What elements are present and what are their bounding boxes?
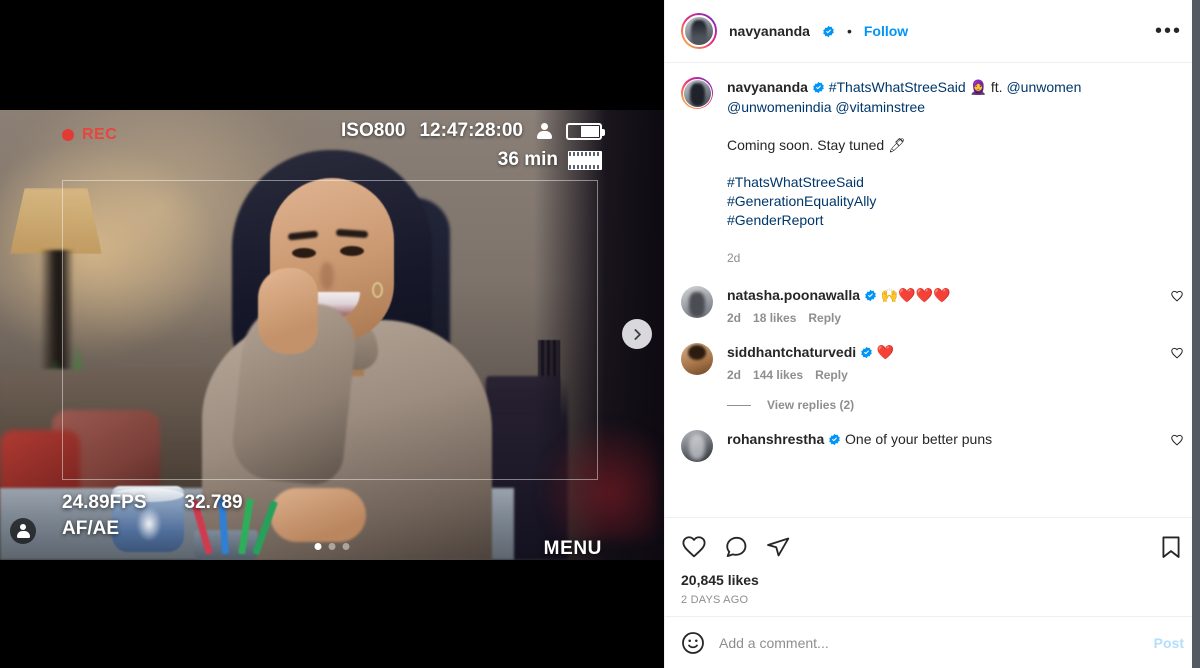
likes-count[interactable]: 20,845 likes <box>681 572 1184 588</box>
commenter-avatar[interactable] <box>681 286 713 318</box>
rec-label: REC <box>82 126 118 143</box>
letterbox-top <box>0 0 664 110</box>
scene-lampshade <box>10 188 102 254</box>
comment-compose-bar: Post <box>665 616 1200 668</box>
follow-button[interactable]: Follow <box>864 23 908 39</box>
caption-hashtag[interactable]: #GenderReport <box>727 211 1184 230</box>
caption-hashtag[interactable]: #ThatsWhatStreeSaid <box>727 173 1184 192</box>
comment-text: ❤️ <box>876 344 895 360</box>
save-icon[interactable] <box>1158 534 1184 560</box>
person-glyph-icon <box>16 524 30 538</box>
scene-right-glow <box>538 420 658 540</box>
letterbox-bottom <box>0 560 664 668</box>
post-media[interactable]: REC ISO800 12:47:28:00 36 min 24.89FPS 3… <box>0 0 664 668</box>
instagram-post-view: REC ISO800 12:47:28:00 36 min 24.89FPS 3… <box>0 0 1200 668</box>
rec-indicator: REC <box>62 126 117 144</box>
more-options-button[interactable]: ••• <box>1151 21 1186 41</box>
caption-avatar[interactable] <box>681 77 713 109</box>
comment-item: siddhantchaturvedi ❤️ 2d 144 likes Reply <box>681 343 1184 382</box>
emoji-icon[interactable] <box>681 631 705 655</box>
person-eye-left <box>292 248 316 258</box>
carousel-next-button[interactable] <box>622 319 652 349</box>
viewfinder-hud-bottom-left: 24.89FPS 32.789 AF/AE <box>62 492 243 540</box>
carousel-dot[interactable] <box>342 543 350 550</box>
operator-icon <box>537 123 552 139</box>
post-comments-scroll[interactable]: navyananda #ThatsWhatStreeSaid 🧕 ft. @un… <box>665 63 1200 517</box>
share-icon[interactable] <box>765 534 791 560</box>
verified-badge-icon <box>823 25 834 37</box>
post-timestamp: 2 DAYS AGO <box>681 594 749 606</box>
timecode-value: 12:47:28:00 <box>419 120 523 141</box>
duration-value: 36 min <box>497 149 558 170</box>
post-actions: 20,845 likes 2 DAYS AGO <box>665 517 1200 616</box>
view-replies-button[interactable]: View replies (2) <box>767 398 854 412</box>
verified-badge-icon <box>865 289 876 302</box>
comment-likes[interactable]: 18 likes <box>753 311 796 325</box>
caption-hashtag[interactable]: #GenerationEqualityAlly <box>727 192 1184 211</box>
comment-like-icon[interactable] <box>1170 433 1184 447</box>
commenter-username[interactable]: siddhantchaturvedi <box>727 344 856 360</box>
person-hand <box>258 268 318 354</box>
header-separator: • <box>846 23 852 39</box>
comment-item: natasha.poonawalla 🙌❤️❤️❤️ 2d 18 likes R… <box>681 286 1184 325</box>
comment-reply-button[interactable]: Reply <box>815 368 848 382</box>
view-replies-row[interactable]: View replies (2) <box>727 398 1184 412</box>
caption-mentions-line2[interactable]: @unwomenindia @vitaminstree <box>727 99 925 115</box>
commenter-username[interactable]: natasha.poonawalla <box>727 287 860 303</box>
caption-emoji-veil: 🧕 <box>969 79 988 95</box>
commenter-avatar[interactable] <box>681 343 713 375</box>
focus-value: 32.789 <box>184 492 243 513</box>
focus-mode: AF/AE <box>62 518 119 539</box>
fps-value: 24.89FPS <box>62 492 147 513</box>
replies-dash <box>727 404 751 406</box>
verified-badge-icon <box>861 346 872 359</box>
comment-likes[interactable]: 144 likes <box>753 368 803 382</box>
comment-input[interactable] <box>719 634 1140 651</box>
iso-value: ISO800 <box>341 120 406 141</box>
comment-text: 🙌❤️❤️❤️ <box>880 287 951 303</box>
post-header: navyananda • Follow ••• <box>665 0 1200 63</box>
comment-time: 2d <box>727 368 742 382</box>
carousel-dot[interactable] <box>328 543 336 550</box>
comment-icon[interactable] <box>723 534 749 560</box>
commenter-username[interactable]: rohanshrestha <box>727 431 824 447</box>
caption-ft-label: ft. <box>990 79 1003 95</box>
tagged-people-icon[interactable] <box>10 518 36 544</box>
carousel-dot[interactable] <box>314 543 322 550</box>
post-sidebar: navyananda • Follow ••• navyananda #That… <box>664 0 1200 668</box>
comment-reply-button[interactable]: Reply <box>808 311 841 325</box>
caption-hashtag-main[interactable]: #ThatsWhatStreeSaid <box>829 79 966 95</box>
caption-hashtag-list: #ThatsWhatStreeSaid #GenerationEqualityA… <box>727 173 1184 230</box>
like-icon[interactable] <box>681 534 707 560</box>
verified-badge-icon <box>813 81 824 94</box>
person-eye-right <box>340 246 364 256</box>
comment-like-icon[interactable] <box>1170 289 1184 303</box>
caption-body-emoji: 🖊 <box>888 137 906 153</box>
caption-mention-unwomen[interactable]: @unwomen <box>1006 79 1081 95</box>
author-avatar[interactable] <box>681 13 717 49</box>
window-right-edge <box>1192 0 1200 668</box>
comment-time: 2d <box>727 311 742 325</box>
filmstrip-icon <box>568 150 602 170</box>
verified-badge-icon <box>829 433 840 446</box>
commenter-avatar[interactable] <box>681 430 713 462</box>
viewfinder-menu-label: MENU <box>543 538 602 559</box>
post-caption: navyananda #ThatsWhatStreeSaid 🧕 ft. @un… <box>681 77 1184 268</box>
comment-like-icon[interactable] <box>1170 346 1184 360</box>
comment-item: rohanshrestha One of your better puns <box>681 430 1184 462</box>
carousel-dots <box>314 543 350 550</box>
viewfinder-hud-top: ISO800 12:47:28:00 36 min <box>341 120 605 171</box>
chevron-right-icon <box>634 328 641 340</box>
person-earring <box>372 282 383 298</box>
author-username[interactable]: navyananda <box>729 23 810 39</box>
rec-dot-icon <box>62 129 74 141</box>
caption-body-text: Coming soon. Stay tuned <box>727 137 885 153</box>
person-nose <box>320 262 334 290</box>
comment-text: One of your better puns <box>845 431 993 447</box>
scroll-fade <box>665 499 1200 517</box>
caption-username[interactable]: navyananda <box>727 79 808 95</box>
caption-timestamp: 2d <box>727 251 741 265</box>
battery-icon <box>566 122 605 140</box>
post-comment-button[interactable]: Post <box>1154 635 1184 651</box>
